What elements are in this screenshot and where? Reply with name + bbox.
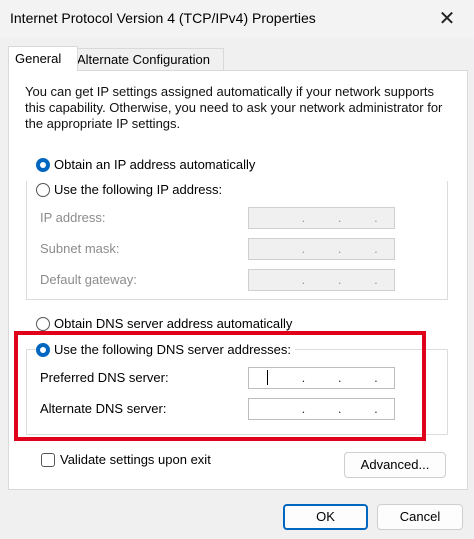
info-text: You can get IP settings assigned automat… (25, 84, 443, 131)
highlight-annotation (14, 331, 426, 441)
default-gateway-label: Default gateway: (40, 272, 137, 287)
window-title: Internet Protocol Version 4 (TCP/IPv4) P… (10, 10, 316, 26)
tab-general[interactable]: General (8, 46, 78, 71)
radio-selected-icon[interactable] (36, 158, 50, 172)
validate-settings-checkbox[interactable]: Validate settings upon exit (41, 451, 211, 469)
subnet-mask-label: Subnet mask: (40, 241, 120, 256)
tab-alternate-configuration[interactable]: Alternate Configuration (70, 48, 224, 71)
title-bar: Internet Protocol Version 4 (TCP/IPv4) P… (0, 0, 474, 38)
default-gateway-input[interactable]: ... (248, 269, 395, 291)
checkbox-icon[interactable] (41, 453, 55, 467)
radio-use-following-ip-label: Use the following IP address: (54, 182, 223, 197)
radio-unselected-icon[interactable] (36, 317, 50, 331)
cancel-button[interactable]: Cancel (377, 504, 463, 530)
ip-address-input[interactable]: ... (248, 207, 395, 229)
close-icon[interactable]: ✕ (430, 6, 464, 32)
advanced-button[interactable]: Advanced... (344, 452, 446, 478)
validate-settings-label: Validate settings upon exit (60, 452, 211, 467)
radio-obtain-dns-auto-label: Obtain DNS server address automatically (54, 316, 293, 331)
radio-unselected-icon[interactable] (36, 183, 50, 197)
subnet-mask-input[interactable]: ... (248, 238, 395, 260)
radio-obtain-ip-auto[interactable]: Obtain an IP address automatically (36, 156, 260, 174)
ip-address-label: IP address: (40, 210, 106, 225)
radio-use-following-ip[interactable]: Use the following IP address: (36, 181, 227, 199)
radio-obtain-ip-auto-label: Obtain an IP address automatically (54, 157, 256, 172)
ok-button[interactable]: OK (283, 504, 368, 530)
